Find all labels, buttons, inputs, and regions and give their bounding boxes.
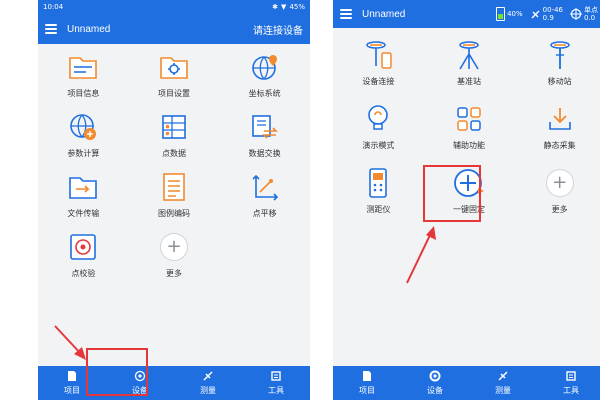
point-data-tile[interactable]: 点数据 [129, 110, 220, 170]
app-header: Unnamed 40% 00-46 0.9 单点 0.0 [333, 0, 600, 28]
solution-status: 单点 0.0 [570, 6, 598, 22]
clock: 10:04 [43, 3, 64, 11]
more-tile[interactable]: + 更多 [514, 166, 600, 230]
crosshair-icon [570, 8, 582, 20]
document-icon [68, 371, 76, 381]
bottom-tab-bar: 项目 设备 测量 工具 [38, 366, 310, 400]
device-function-grid: 设备连接 基准站 移动站 演示模式 辅助功能 静态采集 测距仪 一键固定 + 更… [333, 38, 600, 230]
rangefinder-icon [361, 166, 395, 200]
data-table-icon [157, 110, 191, 144]
receiver-battery: 40% [496, 7, 523, 21]
tab-project[interactable]: 项目 [333, 366, 401, 400]
tab-tools[interactable]: 工具 [242, 366, 310, 400]
receiver-status: 40% 00-46 0.9 单点 0.0 [496, 6, 598, 22]
exchange-icon [248, 110, 282, 144]
file-transfer-tile[interactable]: 文件传输 [38, 170, 129, 230]
project-name: Unnamed [362, 8, 406, 20]
static-collect-tile[interactable]: 静态采集 [514, 102, 600, 166]
plus-icon: + [159, 233, 188, 261]
project-name: Unnamed [67, 23, 111, 35]
bluetooth-icon: ✱ [272, 3, 279, 11]
rangefinder-tile[interactable]: 测距仪 [333, 166, 424, 230]
battery-percent: 45% [289, 3, 305, 11]
download-tray-icon [543, 102, 577, 136]
legend-code-tile[interactable]: 图例编码 [129, 170, 220, 230]
globe-pin-icon [248, 50, 282, 84]
toolbox-icon [271, 371, 281, 381]
plus-icon: + [545, 169, 574, 197]
satellite-status: 00-46 0.9 [530, 6, 563, 22]
toolbox-icon [566, 371, 576, 381]
bottom-tab-bar: 项目 设备 测量 工具 [333, 366, 600, 400]
globe-calc-icon [66, 110, 100, 144]
wifi-icon: ▼ [281, 3, 287, 11]
grid-apps-icon [452, 102, 486, 136]
folder-info-icon [66, 50, 100, 84]
battery-icon [496, 7, 506, 21]
device-connect-tile[interactable]: 设备连接 [333, 38, 424, 102]
tutorial-canvas: 10:04 ✱ ▼ 45% Unnamed 请连接设备 项目信息 项目设置 坐标… [0, 0, 600, 400]
more-tile[interactable]: + 更多 [129, 230, 220, 290]
folder-transfer-icon [66, 170, 100, 204]
base-station-tile[interactable]: 基准站 [424, 38, 515, 102]
rover-tile[interactable]: 移动站 [514, 38, 600, 102]
fix-crosshair-icon [452, 166, 486, 200]
receiver-phone-icon [361, 38, 395, 72]
point-shift-tile[interactable]: 点平移 [219, 170, 310, 230]
tripod-receiver-icon [452, 38, 486, 72]
document-list-icon [157, 170, 191, 204]
phone-screen-project: 10:04 ✱ ▼ 45% Unnamed 请连接设备 项目信息 项目设置 坐标… [38, 0, 310, 400]
hamburger-menu-icon[interactable] [45, 24, 57, 34]
target-check-icon [66, 230, 100, 264]
tab-device[interactable]: 设备 [106, 366, 174, 400]
one-key-fix-tile[interactable]: 一键固定 [424, 166, 515, 230]
tab-measure[interactable]: 测量 [174, 366, 242, 400]
document-icon [363, 371, 371, 381]
auxiliary-tile[interactable]: 辅助功能 [424, 102, 515, 166]
parameter-calc-tile[interactable]: 参数计算 [38, 110, 129, 170]
light-bulb-icon [361, 102, 395, 136]
tab-device[interactable]: 设备 [401, 366, 469, 400]
system-status-bar: 10:04 ✱ ▼ 45% [38, 0, 310, 14]
folder-settings-icon [157, 50, 191, 84]
satellite-icon [531, 10, 540, 18]
connect-device-button[interactable]: 请连接设备 [253, 22, 303, 37]
satellite-icon [203, 371, 213, 381]
hamburger-menu-icon[interactable] [340, 9, 352, 19]
axes-shift-icon [248, 170, 282, 204]
project-settings-tile[interactable]: 项目设置 [129, 50, 220, 110]
project-info-tile[interactable]: 项目信息 [38, 50, 129, 110]
device-radio-icon [429, 370, 441, 382]
tab-project[interactable]: 项目 [38, 366, 106, 400]
demo-mode-tile[interactable]: 演示模式 [333, 102, 424, 166]
satellite-icon [498, 371, 508, 381]
app-header: Unnamed 请连接设备 [38, 14, 310, 44]
project-function-grid: 项目信息 项目设置 坐标系统 参数计算 点数据 数据交换 文件传输 图例编码 点… [38, 50, 310, 290]
pole-receiver-icon [543, 38, 577, 72]
tab-tools[interactable]: 工具 [537, 366, 600, 400]
data-exchange-tile[interactable]: 数据交换 [219, 110, 310, 170]
device-radio-icon [134, 370, 146, 382]
phone-screen-device: Unnamed 40% 00-46 0.9 单点 0.0 设备连接 基准站 移动… [333, 0, 600, 400]
coordinate-system-tile[interactable]: 坐标系统 [219, 50, 310, 110]
point-check-tile[interactable]: 点校验 [38, 230, 129, 290]
tab-measure[interactable]: 测量 [469, 366, 537, 400]
